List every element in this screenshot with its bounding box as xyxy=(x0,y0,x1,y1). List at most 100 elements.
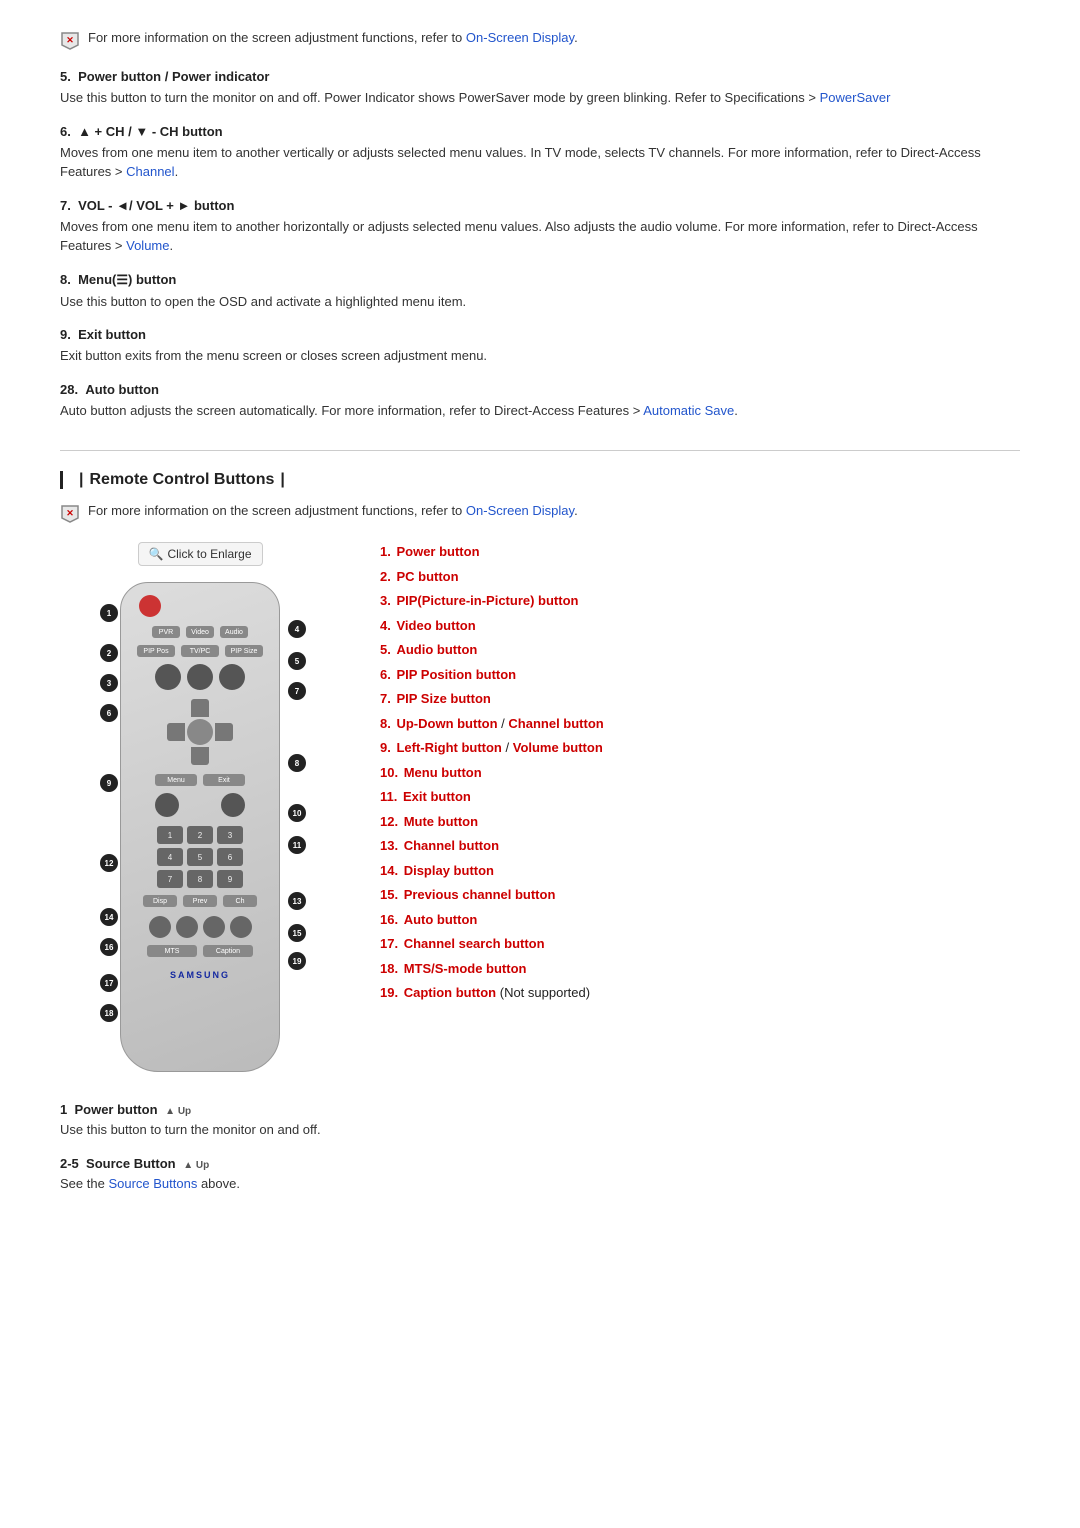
divider xyxy=(60,450,1020,451)
section-link[interactable]: PowerSaver xyxy=(820,90,891,105)
rc-top-row: PVR Video Audio xyxy=(152,626,248,638)
svg-text:✕: ✕ xyxy=(66,35,74,45)
remote-button-item: 9. Left-Right button / Volume button xyxy=(380,738,1020,758)
bottom-details: 1 Power button ▲ Up Use this button to t… xyxy=(60,1102,1020,1193)
num-badge-17: 17 xyxy=(100,974,118,992)
rc-ch-row: Disp Prev Ch xyxy=(143,895,257,907)
remote-control-image: 1 2 3 6 9 12 14 16 17 18 4 5 7 8 10 11 1… xyxy=(90,582,310,1072)
remote-button-item: 1. Power button xyxy=(380,542,1020,562)
section-link[interactable]: Volume xyxy=(126,238,169,253)
intro-note-text: For more information on the screen adjus… xyxy=(88,30,578,45)
up-arrow-1: ▲ Up xyxy=(165,1106,191,1117)
remote-button-item: 11. Exit button xyxy=(380,787,1020,807)
section-item-title: 8. Menu(☰) button xyxy=(60,272,1020,288)
num-badge-1: 1 xyxy=(100,604,118,622)
remote-on-screen-link[interactable]: On-Screen Display xyxy=(466,503,574,518)
note-icon: ✕ xyxy=(60,31,80,51)
rc-circle-row xyxy=(155,664,245,690)
section-item-title: 7. VOL - ◄/ VOL + ► button xyxy=(60,198,1020,213)
remote-button-item: 5. Audio button xyxy=(380,640,1020,660)
remote-section-header: | Remote Control Buttons | xyxy=(60,471,1020,489)
rc-numpad: 1 2 3 4 5 6 7 8 9 xyxy=(157,826,243,888)
remote-note: ✕ For more information on the screen adj… xyxy=(60,503,1020,524)
source-buttons-link[interactable]: Source Buttons xyxy=(108,1176,197,1191)
num-badge-5: 5 xyxy=(288,652,306,670)
remote-image-area: 🔍 Click to Enlarge 1 2 3 6 9 12 14 16 17… xyxy=(60,542,340,1072)
remote-button-item: 19. Caption button (Not supported) xyxy=(380,983,1020,1003)
remote-button-item: 8. Up-Down button / Channel button xyxy=(380,714,1020,734)
remote-button-item: 12. Mute button xyxy=(380,812,1020,832)
section-item-desc: Use this button to open the OSD and acti… xyxy=(60,292,1020,312)
up-arrow-2: ▲ Up xyxy=(183,1160,209,1171)
num-badge-6: 6 xyxy=(100,704,118,722)
bottom-item-2: 2-5 Source Button ▲ Up See the Source Bu… xyxy=(60,1156,1020,1194)
num-badge-4: 4 xyxy=(288,620,306,638)
remote-button-item: 10. Menu button xyxy=(380,763,1020,783)
section-item-desc: Moves from one menu item to another hori… xyxy=(60,217,1020,256)
remote-button-item: 2. PC button xyxy=(380,567,1020,587)
remote-content: 🔍 Click to Enlarge 1 2 3 6 9 12 14 16 17… xyxy=(60,542,1020,1072)
num-badge-12: 12 xyxy=(100,854,118,872)
num-badge-16: 16 xyxy=(100,938,118,956)
section-item-title: 28. Auto button xyxy=(60,382,1020,397)
section-item: 9. Exit button Exit button exits from the… xyxy=(60,327,1020,366)
on-screen-display-link[interactable]: On-Screen Display xyxy=(466,30,574,45)
section-item: 28. Auto button Auto button adjusts the s… xyxy=(60,382,1020,421)
num-badge-7: 7 xyxy=(288,682,306,700)
section-item: 6. ▲ + CH / ▼ - CH button Moves from one … xyxy=(60,124,1020,182)
remote-button-item: 14. Display button xyxy=(380,861,1020,881)
section-item-title: 6. ▲ + CH / ▼ - CH button xyxy=(60,124,1020,139)
sections-container: 5. Power button / Power indicator Use thi… xyxy=(60,69,1020,420)
section-link[interactable]: Automatic Save xyxy=(643,403,734,418)
bottom-item-2-desc: See the Source Buttons above. xyxy=(60,1174,1020,1194)
section-item: 5. Power button / Power indicator Use thi… xyxy=(60,69,1020,108)
remote-button-item: 15. Previous channel button xyxy=(380,885,1020,905)
svg-text:✕: ✕ xyxy=(66,508,74,518)
rc-second-row: PIP Pos TV/PC PIP Size xyxy=(137,645,263,657)
num-badge-14: 14 xyxy=(100,908,118,926)
intro-note: ✕ For more information on the screen adj… xyxy=(60,30,1020,51)
remote-button-item: 3. PIP(Picture-in-Picture) button xyxy=(380,591,1020,611)
remote-button-item: 16. Auto button xyxy=(380,910,1020,930)
remote-buttons-ol: 1. Power button 2. PC button 3. PIP(Pictur… xyxy=(380,542,1020,1003)
section-item-desc: Use this button to turn the monitor on a… xyxy=(60,88,1020,108)
remote-section: | Remote Control Buttons | ✕ For more in… xyxy=(60,471,1020,1072)
remote-note-icon: ✕ xyxy=(60,504,80,524)
bottom-item-1-desc: Use this button to turn the monitor on a… xyxy=(60,1120,1020,1140)
num-badge-11: 11 xyxy=(288,836,306,854)
num-badge-13: 13 xyxy=(288,892,306,910)
remote-buttons-list: 1. Power button 2. PC button 3. PIP(Pictur… xyxy=(380,542,1020,1072)
num-badge-2: 2 xyxy=(100,644,118,662)
section-item-title: 5. Power button / Power indicator xyxy=(60,69,1020,84)
remote-button-item: 18. MTS/S-mode button xyxy=(380,959,1020,979)
section-item-desc: Exit button exits from the menu screen o… xyxy=(60,346,1020,366)
power-btn-visual xyxy=(139,595,161,617)
rc-mts-row: MTS Caption xyxy=(147,945,253,957)
num-badge-3: 3 xyxy=(100,674,118,692)
bottom-item-2-title: 2-5 Source Button ▲ Up xyxy=(60,1156,1020,1171)
remote-note-text: For more information on the screen adjus… xyxy=(88,503,578,518)
rc-bottom-row xyxy=(149,916,252,938)
remote-button-item: 4. Video button xyxy=(380,616,1020,636)
section-link[interactable]: Channel xyxy=(126,164,174,179)
rc-menu-row: Menu Exit xyxy=(155,774,245,786)
magnify-icon: 🔍 xyxy=(149,547,164,561)
section-item: 7. VOL - ◄/ VOL + ► button Moves from one… xyxy=(60,198,1020,256)
section-item-desc: Auto button adjusts the screen automatic… xyxy=(60,401,1020,421)
remote-button-item: 17. Channel search button xyxy=(380,934,1020,954)
enlarge-button[interactable]: 🔍 Click to Enlarge xyxy=(138,542,263,566)
num-badge-15: 15 xyxy=(288,924,306,942)
rc-dpad xyxy=(165,697,235,767)
bottom-item-1-title: 1 Power button ▲ Up xyxy=(60,1102,1020,1117)
num-badge-8: 8 xyxy=(288,754,306,772)
remote-button-item: 13. Channel button xyxy=(380,836,1020,856)
remote-button-item: 6. PIP Position button xyxy=(380,665,1020,685)
num-badge-9: 9 xyxy=(100,774,118,792)
remote-button-item: 7. PIP Size button xyxy=(380,689,1020,709)
section-item-title: 9. Exit button xyxy=(60,327,1020,342)
bottom-item-1: 1 Power button ▲ Up Use this button to t… xyxy=(60,1102,1020,1140)
section-item: 8. Menu(☰) button Use this button to open… xyxy=(60,272,1020,312)
section-item-desc: Moves from one menu item to another vert… xyxy=(60,143,1020,182)
num-badge-18: 18 xyxy=(100,1004,118,1022)
num-badge-19: 19 xyxy=(288,952,306,970)
